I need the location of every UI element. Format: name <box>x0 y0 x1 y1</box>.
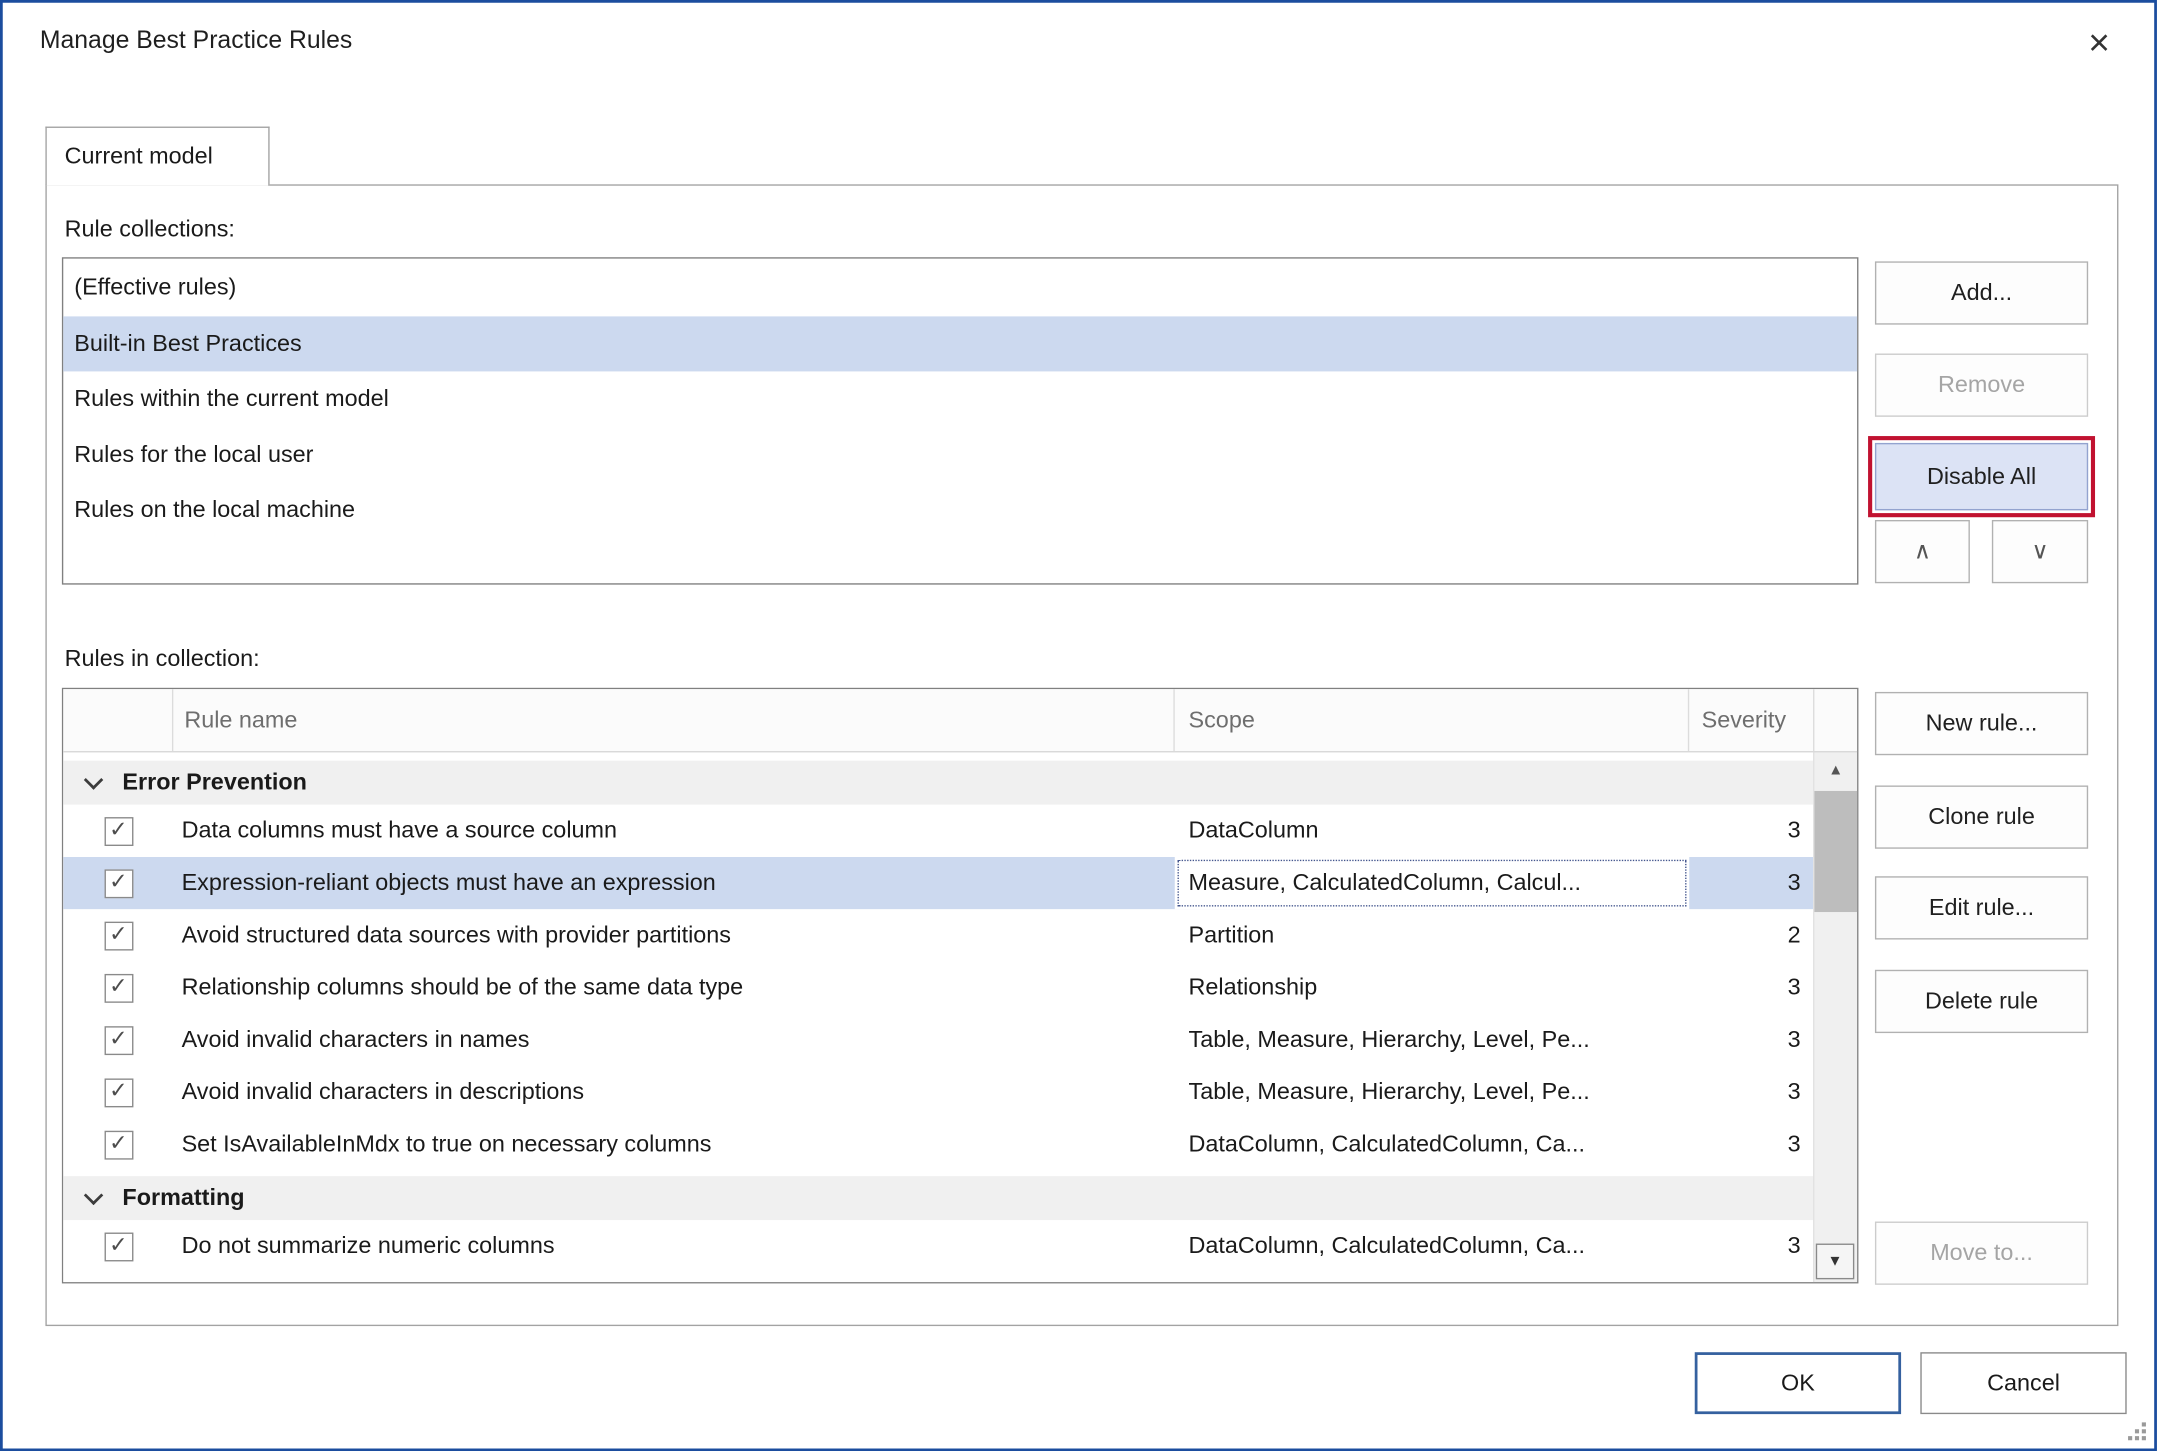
move-down-button[interactable]: ∨ <box>1992 520 2088 583</box>
rule-severity: 3 <box>1689 962 1813 1014</box>
rule-checkbox[interactable]: ✓ <box>104 1026 133 1055</box>
move-up-button[interactable]: ∧ <box>1875 520 1970 583</box>
disable-all-button[interactable]: Disable All <box>1875 443 2088 510</box>
column-header-severity[interactable]: Severity <box>1689 689 1814 751</box>
rule-scope: Table, Measure, Hierarchy, Level, Pe... <box>1175 1014 1689 1066</box>
list-item-rules-local-machine[interactable]: Rules on the local machine <box>63 483 1857 539</box>
list-item-built-in-best-practices[interactable]: Built-in Best Practices <box>63 316 1857 372</box>
new-rule-button[interactable]: New rule... <box>1875 692 2088 755</box>
window-title: Manage Best Practice Rules <box>40 26 352 55</box>
remove-button[interactable]: Remove <box>1875 354 2088 417</box>
resize-grip[interactable] <box>2128 1422 2147 1441</box>
grid-header: Rule name Scope Severity <box>63 689 1857 752</box>
rule-scope: Partition <box>1175 909 1689 961</box>
rule-checkbox[interactable]: ✓ <box>104 869 133 898</box>
manage-best-practice-rules-dialog: Manage Best Practice Rules × Current mod… <box>0 0 2157 1451</box>
table-row[interactable]: ✓ Do not summarize numeric columns DataC… <box>63 1220 1813 1272</box>
rule-scope: Measure, CalculatedColumn, Calcul... <box>1175 857 1689 909</box>
rule-severity: 3 <box>1689 1014 1813 1066</box>
check-icon: ✓ <box>109 924 127 946</box>
cancel-button[interactable]: Cancel <box>1920 1352 2126 1414</box>
column-header-scope[interactable]: Scope <box>1175 689 1689 751</box>
rule-scope: DataColumn, CalculatedColumn, Ca... <box>1175 1220 1689 1272</box>
rule-name: Set IsAvailableInMdx to true on necessar… <box>173 1118 1174 1170</box>
clone-rule-button[interactable]: Clone rule <box>1875 785 2088 848</box>
rules-grid: Rule name Scope Severity Error Preventio… <box>62 688 1859 1284</box>
table-row[interactable]: ✓ Avoid structured data sources with pro… <box>63 909 1813 961</box>
rule-severity: 3 <box>1689 1066 1813 1118</box>
close-button[interactable]: × <box>2072 15 2127 70</box>
rule-severity: 3 <box>1689 1220 1813 1272</box>
table-row[interactable]: ✓ Set IsAvailableInMdx to true on necess… <box>63 1118 1813 1170</box>
rule-checkbox[interactable]: ✓ <box>104 921 133 950</box>
check-icon: ✓ <box>109 976 127 998</box>
rule-severity: 3 <box>1689 857 1813 909</box>
tab-label: Current model <box>65 143 213 171</box>
column-header-checkbox <box>63 689 173 751</box>
table-row[interactable]: ✓ Avoid invalid characters in names Tabl… <box>63 1014 1813 1066</box>
rule-name: Expression-reliant objects must have an … <box>173 857 1174 909</box>
scroll-up-icon[interactable]: ▲ <box>1814 752 1857 788</box>
scroll-down-icon: ▼ <box>1828 1253 1843 1270</box>
rule-severity: 3 <box>1689 805 1813 857</box>
rule-checkbox[interactable]: ✓ <box>104 1078 133 1107</box>
group-row-error-prevention[interactable]: Error Prevention <box>63 761 1813 805</box>
rules-in-collection-label: Rules in collection: <box>65 645 260 673</box>
check-icon: ✓ <box>109 871 127 893</box>
screen: Manage Best Practice Rules × Current mod… <box>0 0 2157 1451</box>
check-icon: ✓ <box>109 1028 127 1050</box>
rule-name: Data columns must have a source column <box>173 805 1174 857</box>
add-button[interactable]: Add... <box>1875 261 2088 324</box>
rule-severity: 3 <box>1689 1118 1813 1170</box>
table-row[interactable]: ✓ Relationship columns should be of the … <box>63 962 1813 1014</box>
check-icon: ✓ <box>109 1235 127 1257</box>
group-row-formatting[interactable]: Formatting <box>63 1176 1813 1220</box>
rule-scope: Relationship <box>1175 962 1689 1014</box>
rule-name: Avoid invalid characters in names <box>173 1014 1174 1066</box>
move-to-button[interactable]: Move to... <box>1875 1222 2088 1285</box>
table-row-selected[interactable]: ✓ Expression-reliant objects must have a… <box>63 857 1813 909</box>
list-item-rules-current-model[interactable]: Rules within the current model <box>63 371 1857 427</box>
rule-checkbox[interactable]: ✓ <box>104 816 133 845</box>
table-row[interactable]: ✓ Avoid invalid characters in descriptio… <box>63 1066 1813 1118</box>
group-name: Formatting <box>122 1184 244 1212</box>
chevron-down-icon: ∨ <box>2031 538 2048 566</box>
chevron-up-icon: ∧ <box>1914 538 1931 566</box>
scroll-down-button[interactable]: ▼ <box>1816 1244 1855 1280</box>
scrollbar-thumb[interactable] <box>1814 791 1857 912</box>
close-icon: × <box>2088 24 2110 61</box>
group-name: Error Prevention <box>122 769 307 797</box>
rule-scope: DataColumn, CalculatedColumn, Ca... <box>1175 1118 1689 1170</box>
rule-name: Relationship columns should be of the sa… <box>173 962 1174 1014</box>
ok-button[interactable]: OK <box>1695 1352 1901 1414</box>
list-item-effective-rules[interactable]: (Effective rules) <box>63 260 1857 316</box>
rule-scope: Table, Measure, Hierarchy, Level, Pe... <box>1175 1066 1689 1118</box>
check-icon: ✓ <box>109 1081 127 1103</box>
rule-collections-label: Rule collections: <box>65 216 235 244</box>
rule-collections-listbox: (Effective rules) Built-in Best Practice… <box>62 257 1859 584</box>
rule-name: Do not summarize numeric columns <box>173 1220 1174 1272</box>
rule-scope: DataColumn <box>1175 805 1689 857</box>
list-item-rules-local-user[interactable]: Rules for the local user <box>63 427 1857 483</box>
rule-name: Avoid invalid characters in descriptions <box>173 1066 1174 1118</box>
rule-checkbox[interactable]: ✓ <box>104 973 133 1002</box>
rule-name: Avoid structured data sources with provi… <box>173 909 1174 961</box>
tab-panel: Rule collections: (Effective rules) Buil… <box>45 184 2118 1326</box>
tab-current-model[interactable]: Current model <box>45 127 269 186</box>
edit-rule-button[interactable]: Edit rule... <box>1875 876 2088 939</box>
table-row[interactable]: ✓ Data columns must have a source column… <box>63 805 1813 857</box>
grid-body: Error Prevention ✓ Data columns must hav… <box>63 752 1813 1282</box>
rule-checkbox[interactable]: ✓ <box>104 1130 133 1159</box>
column-header-rule-name[interactable]: Rule name <box>173 689 1174 751</box>
check-icon: ✓ <box>109 819 127 841</box>
vertical-scrollbar[interactable]: ▲ ▼ <box>1813 752 1857 1282</box>
check-icon: ✓ <box>109 1133 127 1155</box>
delete-rule-button[interactable]: Delete rule <box>1875 970 2088 1033</box>
chevron-down-icon <box>84 770 103 789</box>
column-header-scrollbar-gutter <box>1814 689 1857 751</box>
rule-severity: 2 <box>1689 909 1813 961</box>
chevron-down-icon <box>84 1186 103 1205</box>
rule-checkbox[interactable]: ✓ <box>104 1232 133 1261</box>
